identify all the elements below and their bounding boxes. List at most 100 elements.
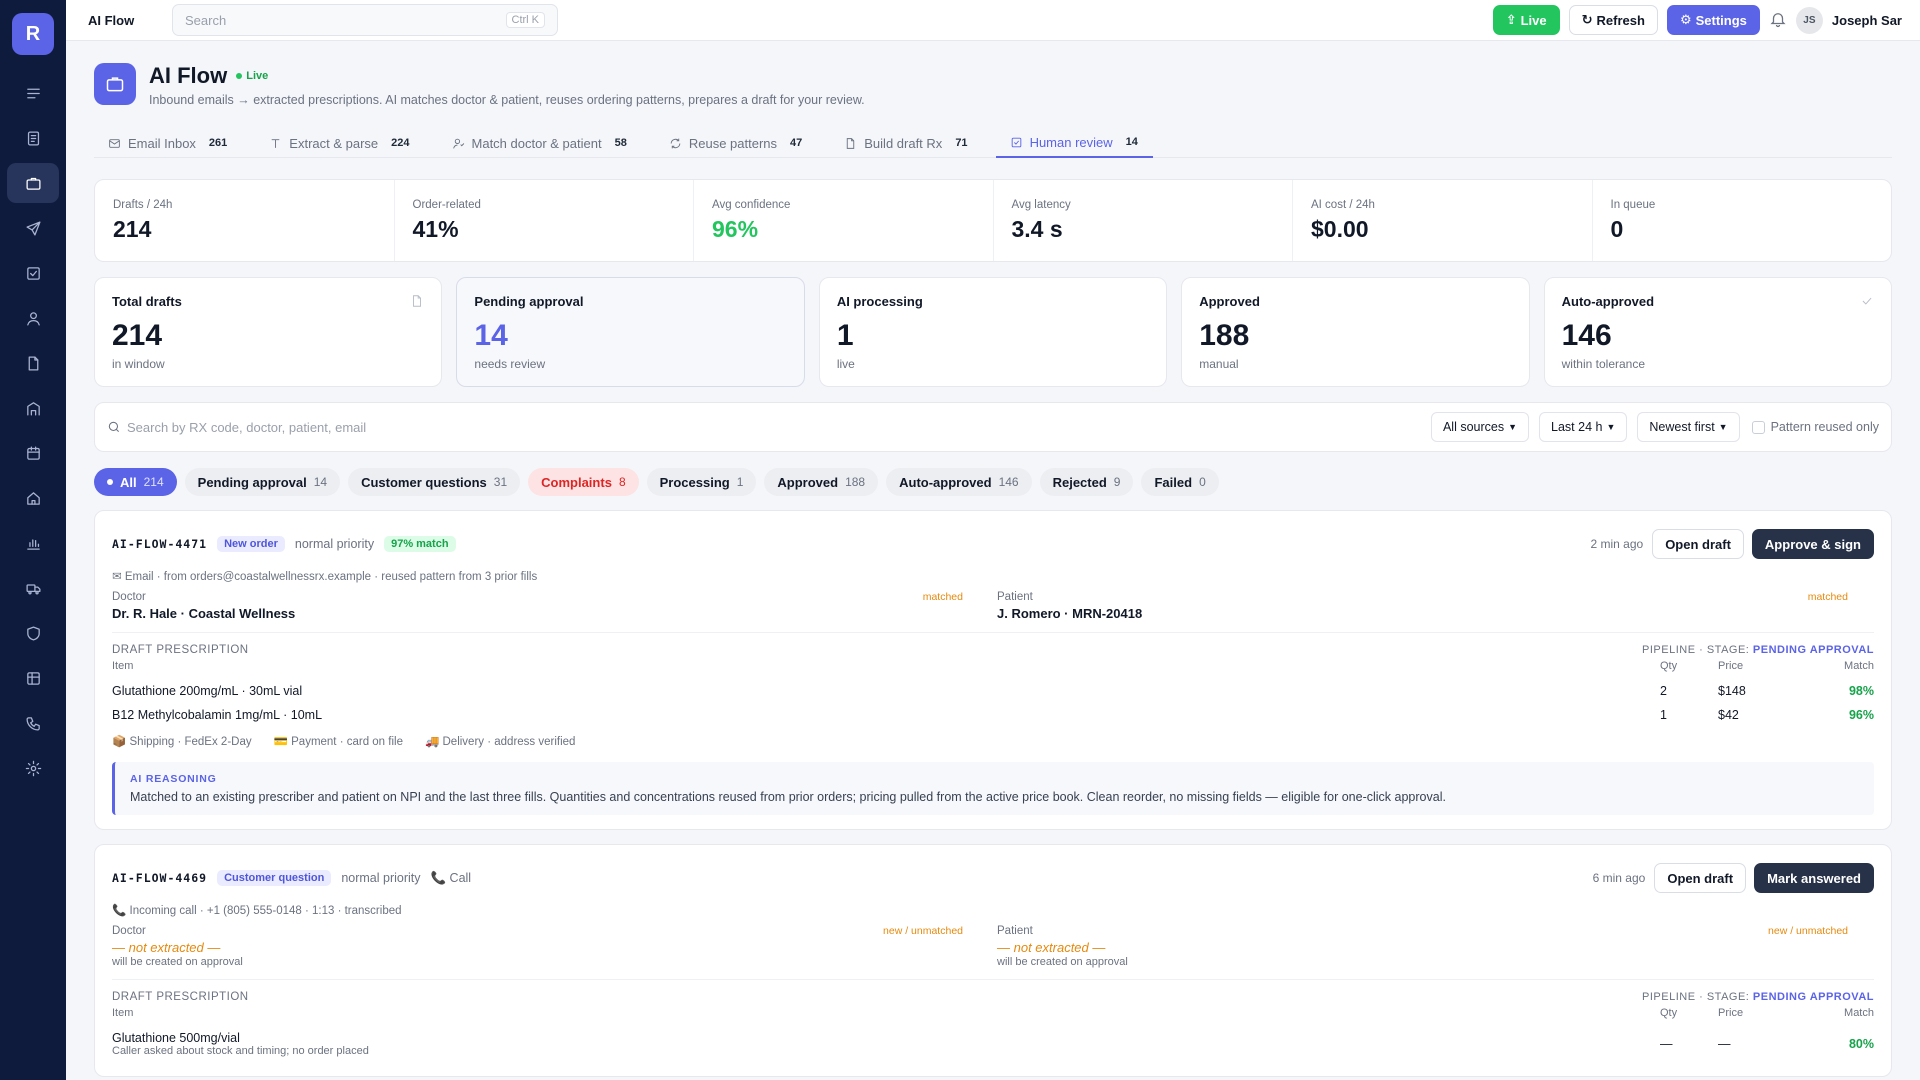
- pill-pending-approval[interactable]: Pending approval 14: [184, 468, 341, 496]
- phone-icon[interactable]: [7, 703, 59, 743]
- patient-block: Patient — not extracted — will be create…: [989, 925, 1874, 968]
- rx-code: AI-FLOW-4469: [112, 871, 208, 885]
- open-draft-button[interactable]: Open draft: [1652, 529, 1744, 559]
- user-icon[interactable]: [7, 298, 59, 338]
- bar-chart-icon[interactable]: [7, 523, 59, 563]
- card-approved[interactable]: Approved 188 manual: [1181, 277, 1530, 387]
- file-icon[interactable]: [7, 343, 59, 383]
- card-auto-approved[interactable]: Auto-approved 146 within tolerance: [1543, 277, 1893, 387]
- pill-count: 0: [1199, 475, 1206, 489]
- checkbox-box[interactable]: [1751, 420, 1765, 434]
- cell-item: Glutathione 200mg/mL · 30mL vial: [112, 684, 303, 698]
- shipping-meta: 📦 Shipping · FedEx 2-Day: [112, 736, 252, 748]
- tab-match-doctor-patient[interactable]: Match doctor & patient 58: [438, 128, 642, 158]
- mark-answered-button[interactable]: Mark answered: [1754, 863, 1874, 893]
- tab-extract-parse[interactable]: Extract & parse 224: [255, 128, 424, 158]
- settings-gear-icon: ⚙: [1679, 12, 1692, 27]
- shield-icon[interactable]: [7, 613, 59, 653]
- patient-note: will be created on approval: [997, 956, 1128, 968]
- doctor-block: Doctor Dr. R. Hale · Coastal Wellness ma…: [112, 591, 989, 621]
- menu-icon[interactable]: [7, 73, 59, 113]
- gear-icon[interactable]: [7, 748, 59, 788]
- time-ago: 2 min ago: [1590, 537, 1644, 551]
- pill-label: Approved: [777, 474, 839, 490]
- refresh-button[interactable]: ↻ Refresh: [1568, 5, 1658, 35]
- card-sub: in window: [112, 357, 165, 371]
- pill-auto-approved[interactable]: Auto-approved 146: [886, 468, 1032, 496]
- tab-count: 47: [790, 137, 803, 149]
- draft-title: DRAFT PRESCRIPTION: [112, 991, 249, 1003]
- sidebar: R: [0, 0, 66, 1080]
- settings-button[interactable]: ⚙ Settings: [1666, 5, 1760, 35]
- tab-count: 224: [391, 137, 410, 149]
- pill-complaints[interactable]: Complaints 8: [528, 468, 639, 496]
- table-icon[interactable]: [7, 658, 59, 698]
- pill-approved[interactable]: Approved 188: [764, 468, 879, 496]
- type-tag: Customer question: [217, 870, 332, 886]
- card-value: 188: [1199, 319, 1250, 352]
- main-content: AI Flow Live Inbound emails → extracted …: [94, 41, 1893, 1077]
- card-value: 14: [474, 319, 508, 352]
- draft-search-input[interactable]: Search by RX code, doctor, patient, emai…: [107, 420, 1421, 435]
- stat-label: AI cost / 24h: [1311, 199, 1375, 211]
- payment-meta: 💳 Payment · card on file: [273, 736, 403, 748]
- card-total-drafts[interactable]: Total drafts 214 in window: [94, 277, 443, 387]
- check-square-icon[interactable]: [7, 253, 59, 293]
- cell-item: B12 Methylcobalamin 1mg/mL · 10mL: [112, 708, 323, 722]
- pill-count: 31: [493, 475, 508, 489]
- tab-reuse-patterns[interactable]: Reuse patterns 47: [655, 128, 817, 158]
- sort-select[interactable]: Newest first ▼: [1637, 412, 1740, 442]
- col-price: Price: [1718, 660, 1744, 672]
- pill-label: All: [120, 474, 137, 490]
- page-title: AI Flow: [149, 63, 228, 88]
- open-draft-button[interactable]: Open draft: [1654, 863, 1747, 893]
- stat-label: In queue: [1610, 199, 1656, 211]
- building-icon[interactable]: [7, 388, 59, 428]
- file-icon: [410, 294, 424, 311]
- tab-count: 58: [614, 137, 627, 149]
- tab-human-review[interactable]: Human review 14: [995, 128, 1153, 158]
- search-shortcut: Ctrl K: [505, 12, 545, 28]
- bell-icon[interactable]: [1769, 10, 1787, 31]
- pill-processing[interactable]: Processing 1: [646, 468, 757, 496]
- briefcase-icon[interactable]: [7, 163, 59, 203]
- window-select-value: Last 24 h: [1551, 420, 1603, 434]
- pipeline-stage: PIPELINE · STAGE: PENDING APPROVAL: [1642, 991, 1874, 1003]
- card-sub: within tolerance: [1561, 357, 1646, 371]
- filter-bar: Search by RX code, doctor, patient, emai…: [94, 402, 1892, 452]
- window-select[interactable]: Last 24 h ▼: [1539, 412, 1628, 442]
- cell-qty: 1: [1660, 708, 1667, 722]
- card-ai-processing[interactable]: AI processing 1 live: [818, 277, 1168, 387]
- table-header: Item Qty Price Match: [112, 660, 1874, 679]
- tab-count: 71: [955, 137, 968, 149]
- patient-name[interactable]: J. Romero · MRN-20418: [997, 606, 1854, 621]
- pill-rejected[interactable]: Rejected 9: [1039, 468, 1134, 496]
- global-search-input[interactable]: Search Ctrl K: [172, 4, 558, 36]
- document-list-icon[interactable]: [7, 118, 59, 158]
- pill-count: 8: [618, 475, 626, 489]
- truck-icon[interactable]: [7, 568, 59, 608]
- settings-button-label: Settings: [1695, 12, 1747, 28]
- party-label: Doctor: [112, 591, 146, 603]
- send-icon[interactable]: [7, 208, 59, 248]
- caret-down-icon: ▼: [1508, 422, 1518, 432]
- source-select[interactable]: All sources ▼: [1430, 412, 1530, 442]
- card-pending-approval[interactable]: Pending approval 14 needs review: [456, 277, 805, 387]
- doctor-name[interactable]: Dr. R. Hale · Coastal Wellness: [112, 606, 969, 621]
- tab-email-inbox[interactable]: Email Inbox 261: [94, 128, 242, 158]
- user-name[interactable]: Joseph Sar: [1832, 13, 1902, 28]
- pattern-reused-checkbox[interactable]: Pattern reused only: [1751, 420, 1879, 434]
- cell-qty: —: [1660, 1037, 1673, 1051]
- calendar-icon[interactable]: [7, 433, 59, 473]
- tab-build-draft-rx[interactable]: Build draft Rx 71: [830, 128, 982, 158]
- avatar[interactable]: JS: [1795, 6, 1823, 34]
- pill-failed[interactable]: Failed 0: [1141, 468, 1219, 496]
- stat-value: 41%: [412, 216, 459, 242]
- pill-customer-questions[interactable]: Customer questions 31: [348, 468, 521, 496]
- pill-all[interactable]: All 214: [94, 468, 177, 496]
- app-logo[interactable]: R: [12, 13, 54, 55]
- home-icon[interactable]: [7, 478, 59, 518]
- approve-sign-button[interactable]: Approve & sign: [1751, 529, 1874, 559]
- cell-qty: 2: [1660, 684, 1667, 698]
- live-button[interactable]: ⇪ Live: [1492, 5, 1560, 35]
